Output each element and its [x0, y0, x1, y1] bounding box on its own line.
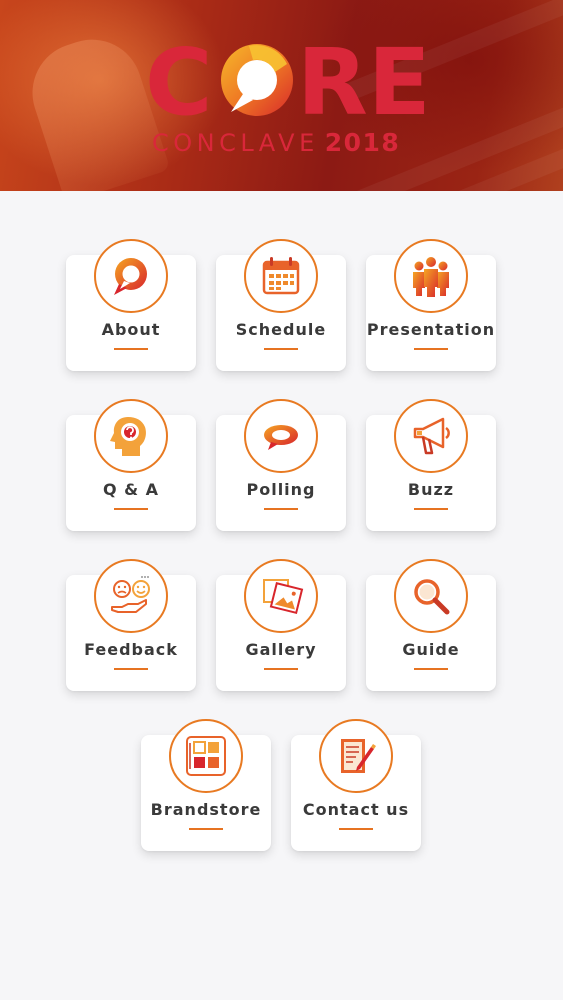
megaphone-icon[interactable] [394, 399, 468, 473]
tile-underline [339, 828, 373, 830]
photo-frames-icon[interactable] [244, 559, 318, 633]
subtitle-word: CONCLAVE [152, 129, 319, 157]
poll-bubble-icon[interactable] [244, 399, 318, 473]
tile-underline [114, 668, 148, 670]
svg-text:RE: RE [297, 34, 431, 124]
tile-label: Contact us [302, 800, 410, 819]
audience-icon[interactable] [394, 239, 468, 313]
notepad-pen-icon[interactable] [319, 719, 393, 793]
smiley-faces-icon[interactable] [94, 559, 168, 633]
tile-label: About [101, 320, 161, 339]
tile-underline [189, 828, 223, 830]
tile-label: Q & A [102, 480, 160, 499]
tile-label: Feedback [84, 640, 178, 659]
conclave-subtitle: CONCLAVE 2018 [152, 128, 400, 160]
tile-label: Brandstore [150, 800, 262, 819]
tile-underline [264, 668, 298, 670]
subtitle-year: 2018 [324, 128, 401, 157]
tile-underline [114, 348, 148, 350]
tile-label: Presentation [366, 320, 496, 339]
tile-label: Buzz [407, 480, 455, 499]
head-question-icon[interactable] [94, 399, 168, 473]
svg-text:C: C [145, 34, 213, 124]
tile-underline [414, 508, 448, 510]
core-logo: C RE [145, 34, 431, 124]
calendar-icon[interactable] [244, 239, 318, 313]
tile-label: Gallery [245, 640, 317, 659]
chat-bubble-icon[interactable] [94, 239, 168, 313]
tile-underline [414, 348, 448, 350]
tile-underline [264, 508, 298, 510]
tile-label: Polling [246, 480, 316, 499]
magnifier-icon[interactable] [394, 559, 468, 633]
tile-label: Guide [402, 640, 460, 659]
tile-underline [114, 508, 148, 510]
tile-underline [264, 348, 298, 350]
grid-blocks-icon[interactable] [169, 719, 243, 793]
tile-underline [414, 668, 448, 670]
header-banner: C RE CONCLAVE 2018 [0, 0, 563, 191]
tile-label: Schedule [235, 320, 327, 339]
